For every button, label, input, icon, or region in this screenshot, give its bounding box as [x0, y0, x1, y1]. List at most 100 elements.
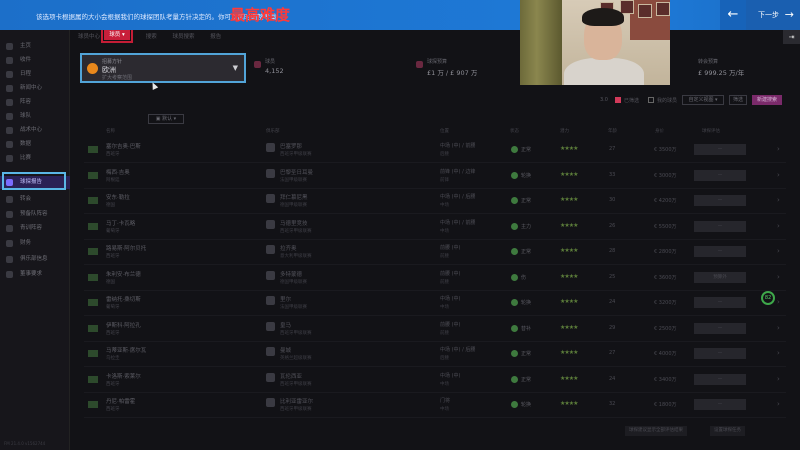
age: 32: [609, 401, 616, 407]
flag-icon: [88, 273, 98, 281]
cam-person-body: [564, 58, 644, 85]
player-name: 塞尔吉奥·巴斯: [106, 144, 141, 150]
chevron-right-icon[interactable]: ›: [777, 196, 780, 204]
table-row[interactable]: 卡洛斯·索莱尔 西班牙 瓦伦西亚 西班牙甲级联赛 中场 (中) 中场 正常 ★★★★ 24 € 3…: [84, 368, 786, 393]
next-button[interactable]: 下一步 →: [750, 7, 796, 23]
scout-bar: —: [694, 169, 746, 181]
exit-icon[interactable]: ⇥: [783, 30, 800, 44]
chevron-right-icon[interactable]: ›: [777, 222, 780, 230]
position: 中场 (中): [440, 372, 461, 379]
potential-stars: ★★★★: [560, 196, 578, 203]
chevron-right-icon[interactable]: ›: [777, 375, 780, 383]
view-selector[interactable]: ▣ 默认 ▾: [148, 114, 184, 124]
chevron-right-icon[interactable]: ›: [777, 324, 780, 332]
league-name: 德国甲级联赛: [280, 279, 307, 285]
chevron-right-icon[interactable]: ›: [777, 298, 780, 306]
table-row[interactable]: 安东·勒拉 德国 拜仁慕尼黑 德国甲级联赛 中场 (中) / 后腰 中场 正常 ★★★★ 30 €…: [84, 189, 786, 214]
sidebar-item[interactable]: 俱乐部信息: [0, 253, 70, 266]
sidebar-item[interactable]: 董事要求: [0, 268, 70, 281]
league-name: 西班牙甲级联赛: [280, 228, 312, 234]
table-row[interactable]: 伊斯科·阿拉孔 西班牙 皇马 西班牙甲级联赛 前腰 (中) 前腰 替补 ★★★★ 29 € 250…: [84, 317, 786, 342]
status-dot-icon: [511, 197, 518, 204]
filtered-checkbox[interactable]: [615, 97, 621, 103]
nav-icon: [6, 240, 13, 247]
sidebar-item[interactable]: 阵容: [0, 96, 70, 109]
recruitment-focus-dropdown[interactable]: 招募方针 欧洲 扩大考察范围 ▼: [80, 53, 246, 83]
col-status[interactable]: 状态: [510, 128, 519, 134]
status-dot-icon: [511, 324, 518, 332]
table-header: 名称 俱乐部 位置 状态 潜力 年龄 身价 球探评估: [70, 126, 790, 135]
col-potential[interactable]: 潜力: [560, 128, 569, 134]
club-crest-icon: [266, 372, 275, 382]
chevron-right-icon[interactable]: ›: [777, 171, 780, 179]
col-position[interactable]: 位置: [440, 128, 449, 134]
table-row[interactable]: 朱利安·布兰德 德国 多特蒙德 德国甲级联赛 前腰 (中) 前腰 伤 ★★★★ 25 € 3600…: [84, 266, 786, 291]
kpi-label: 转会预算: [698, 59, 719, 65]
crumb-item[interactable]: 搜索: [146, 34, 157, 40]
show-all-button[interactable]: 球探建议显示全部评估结果: [625, 426, 687, 436]
sidebar-item[interactable]: 收件: [0, 54, 70, 67]
players-filter-tab[interactable]: 球员 ▾: [104, 30, 130, 40]
crumb-item[interactable]: 球员中心: [78, 34, 100, 40]
table-row[interactable]: 丹尼·帕雷霍 西班牙 比利亚雷亚尔 西班牙甲级联赛 门将 中场 轮换 ★★★★ 32 € 1800…: [84, 393, 786, 418]
table-row[interactable]: 路易斯·阿尔贝托 西班牙 拉齐奥 意大利甲级联赛 前腰 (中) 前腰 正常 ★★★★ 28 € 2…: [84, 240, 786, 265]
value: € 3200万: [654, 300, 677, 306]
chevron-right-icon[interactable]: ›: [777, 145, 780, 153]
sidebar-item[interactable]: 数据: [0, 138, 70, 151]
table-row[interactable]: 雷纳托·桑切斯 葡萄牙 里尔 法国甲级联赛 中场 (中) 中场 轮换 ★★★★ 24 € 3200…: [84, 291, 786, 316]
kpi-transfer-budget: 转会预算 £ 999.25 万/年: [698, 58, 744, 77]
sidebar-item[interactable]: 财务: [0, 237, 70, 250]
position: 中场 (中) / 前腰: [440, 143, 476, 149]
sidebar-item[interactable]: 主页: [0, 40, 70, 53]
chevron-right-icon[interactable]: ›: [777, 349, 780, 357]
table-row[interactable]: 梅西·吉奥 阿根廷 巴黎圣日耳曼 法国甲级联赛 前锋 (中) / 边锋 前锋 轮换 ★★★★ 3…: [84, 164, 786, 189]
club-crest-icon: [266, 245, 275, 254]
filter-button[interactable]: 筛选: [729, 95, 747, 105]
sidebar-item[interactable]: 比赛: [0, 152, 70, 165]
flag-icon: [88, 248, 98, 255]
sidebar-item[interactable]: 战术中心: [0, 124, 70, 137]
sidebar-item[interactable]: 日程: [0, 68, 70, 81]
nav-icon: [6, 127, 13, 134]
club-name: 拉齐奥: [280, 246, 297, 252]
col-name[interactable]: 名称: [106, 128, 115, 134]
status-dot-icon: [511, 222, 518, 230]
scout-score-badge: 82: [761, 291, 775, 305]
chevron-right-icon[interactable]: ›: [777, 400, 780, 408]
scout-task-button[interactable]: 设置球探任务: [710, 426, 745, 436]
scout-bar: 预算外: [694, 271, 746, 283]
my-players-checkbox[interactable]: [648, 97, 654, 103]
flag-icon: [88, 324, 98, 332]
chevron-right-icon[interactable]: ›: [777, 247, 780, 255]
kpi-value: 4,152: [265, 67, 284, 75]
sidebar-item[interactable]: 转会: [0, 193, 70, 206]
table-row[interactable]: 马蒂亚斯·席尔瓦 乌拉圭 曼城 英格兰超级联赛 中场 (中) / 后腰 后腰 正常 ★★★★ 2…: [84, 342, 786, 367]
sidebar-item[interactable]: 预备队阵容: [0, 208, 70, 221]
nav-icon: [6, 113, 13, 120]
sidebar-item[interactable]: 青训阵容: [0, 222, 70, 235]
chevron-right-icon[interactable]: ›: [777, 273, 780, 281]
club-name: 拜仁慕尼黑: [280, 195, 308, 201]
table-row[interactable]: 马丁·卡瓦略 葡萄牙 马德里竞技 西班牙甲级联赛 中场 (中) / 前腰 中场 主力 ★★★★…: [84, 215, 786, 240]
col-scout-rating[interactable]: 球探评估: [702, 128, 720, 134]
sidebar-item[interactable]: 新闻中心: [0, 82, 70, 95]
age: 29: [609, 324, 616, 331]
status: 轮换: [521, 172, 532, 179]
flag-icon: [88, 146, 98, 153]
col-age[interactable]: 年龄: [608, 128, 617, 134]
crumb-item[interactable]: 球员搜索: [173, 34, 195, 40]
crumb-item[interactable]: 报告: [210, 34, 221, 40]
league-name: 西班牙甲级联赛: [280, 407, 312, 412]
table-row[interactable]: 塞尔吉奥·巴斯 西班牙 巴塞罗那 西班牙甲级联赛 中场 (中) / 前腰 后腰 正常 ★★★★…: [84, 138, 786, 163]
league-name: 德国甲级联赛: [280, 203, 307, 208]
sidebar-item[interactable]: 球队: [0, 110, 70, 123]
col-value[interactable]: 身价: [655, 128, 664, 134]
player-nation: 西班牙: [106, 407, 120, 412]
col-club[interactable]: 俱乐部: [266, 128, 280, 134]
position: 中场 (中) / 后腰: [440, 347, 476, 353]
scout-bar: —: [694, 399, 746, 410]
arrow-left-icon[interactable]: ←: [720, 0, 746, 30]
club-crest-icon: [266, 398, 275, 407]
new-search-button[interactable]: 新建搜索: [752, 95, 782, 105]
custom-view-button[interactable]: 自定义视图 ▾: [682, 95, 724, 105]
